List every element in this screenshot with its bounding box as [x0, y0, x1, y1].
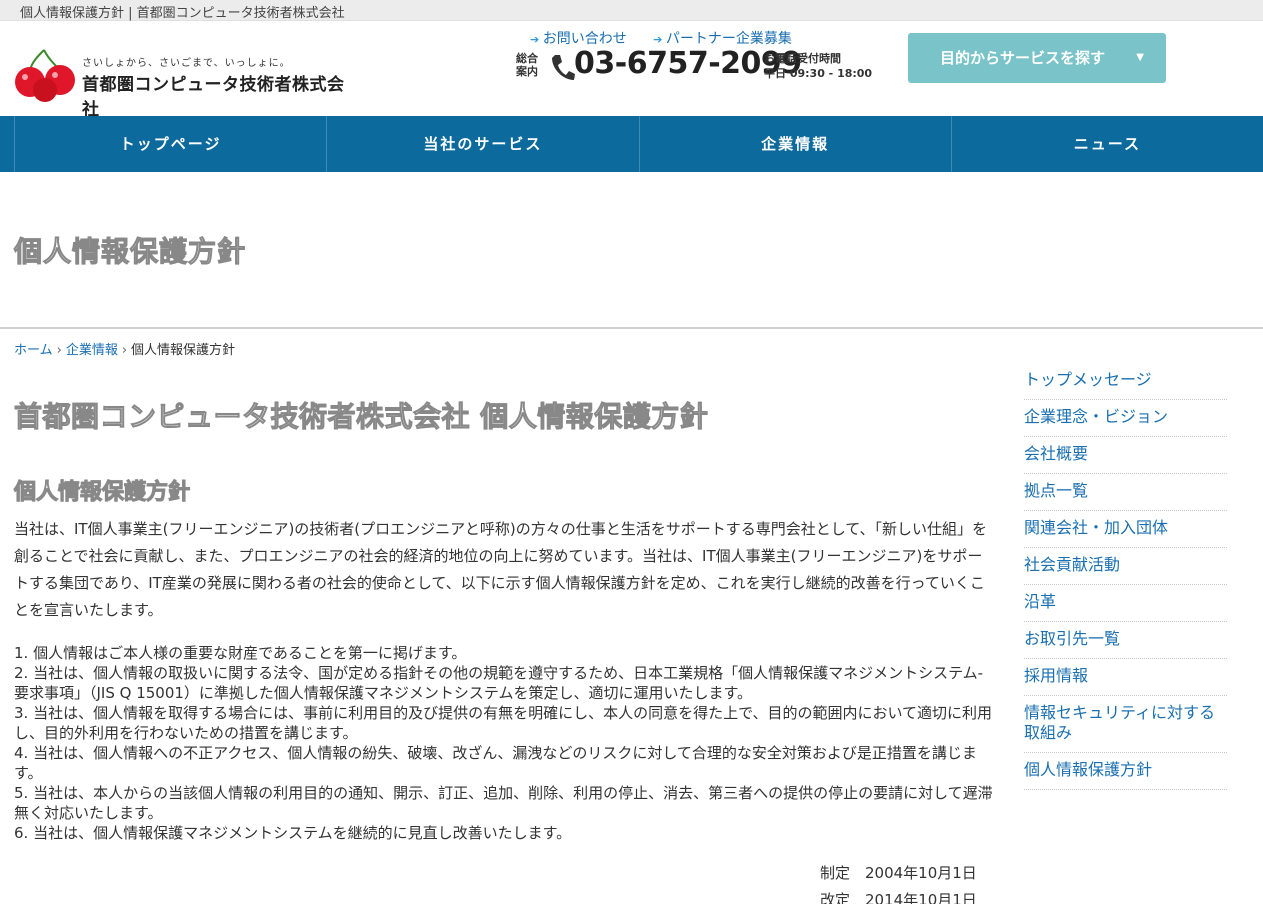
policy-item: 2. 当社は、個人情報の取扱いに関する法令、国が定める指針その他の規範を遵守する…	[14, 664, 984, 702]
phone-label: 総合案内	[516, 52, 538, 78]
sub-heading: 個人情報保護方針	[13, 480, 191, 506]
cherry-logo-icon	[15, 49, 75, 102]
find-service-button[interactable]: 目的からサービスを探す ▼	[908, 33, 1166, 83]
sidebar-item-history[interactable]: 沿革	[1024, 589, 1227, 622]
chevron-down-icon: ▼	[1136, 52, 1144, 63]
logo-tagline: さいしょから、さいごまで、いっしょに。	[82, 58, 291, 69]
breadcrumb-separator: ›	[121, 343, 128, 358]
established-date: 制定 2004年10月1日	[820, 864, 977, 882]
find-service-label: 目的からサービスを探す	[940, 49, 1106, 67]
sidebar-item-privacy[interactable]: 個人情報保護方針	[1024, 757, 1227, 790]
contact-link[interactable]: お問い合わせ	[530, 31, 627, 47]
sidebar-item-locations[interactable]: 拠点一覧	[1024, 478, 1227, 511]
breadcrumb-home[interactable]: ホーム	[14, 343, 53, 358]
phone-icon	[552, 55, 575, 80]
sidebar-item-philosophy[interactable]: 企業理念・ビジョン	[1024, 404, 1227, 437]
phone-hours-value: 平日 09:30 - 18:00	[764, 67, 873, 80]
page-title-text: 個人情報保護方針 | 首都圏コンピュータ技術者株式会社	[20, 6, 345, 21]
phone-hours-title: お電話受付時間	[764, 52, 841, 65]
sidebar-item-overview[interactable]: 会社概要	[1024, 441, 1227, 474]
phone-hours: お電話受付時間 平日 09:30 - 18:00	[764, 51, 872, 81]
sidebar-nav: トップメッセージ 企業理念・ビジョン 会社概要 拠点一覧 関連会社・加入団体 社…	[1024, 367, 1227, 794]
breadcrumb-company[interactable]: 企業情報	[66, 343, 118, 358]
breadcrumb: ホーム › 企業情報 › 個人情報保護方針	[14, 339, 235, 358]
policy-item: 6. 当社は、個人情報保護マネジメントシステムを継続的に見直し改善いたします。	[14, 824, 572, 842]
sidebar-item-top-message[interactable]: トップメッセージ	[1024, 367, 1227, 400]
header-divider	[0, 327, 1263, 329]
nav-item-top[interactable]: トップページ	[14, 116, 326, 172]
logo-company-name: 首都圏コンピュータ技術者株式会社	[82, 75, 345, 120]
sidebar-item-recruit[interactable]: 採用情報	[1024, 663, 1227, 696]
policy-item: 1. 個人情報はご本人様の重要な財産であることを第一に掲げます。	[14, 644, 467, 662]
sidebar-item-csr[interactable]: 社会貢献活動	[1024, 552, 1227, 585]
nav-item-news[interactable]: ニュース	[950, 116, 1263, 172]
revised-date: 改定 2014年10月1日	[820, 891, 977, 904]
policy-list: 1. 個人情報はご本人様の重要な財産であることを第一に掲げます。 2. 当社は、…	[14, 643, 994, 843]
breadcrumb-current: 個人情報保護方針	[131, 343, 236, 358]
sidebar-item-security[interactable]: 情報セキュリティに対する取組み	[1024, 700, 1227, 753]
sidebar-item-clients[interactable]: お取引先一覧	[1024, 626, 1227, 659]
browser-title-bar: 個人情報保護方針 | 首都圏コンピュータ技術者株式会社	[0, 0, 1263, 21]
nav-item-services[interactable]: 当社のサービス	[326, 116, 638, 172]
policy-item: 4. 当社は、個人情報への不正アクセス、個人情報の紛失、破壊、改ざん、漏洩などの…	[14, 744, 977, 782]
sidebar-item-affiliates[interactable]: 関連会社・加入団体	[1024, 515, 1227, 548]
page-title: 個人情報保護方針	[13, 235, 247, 269]
company-logo[interactable]: さいしょから、さいごまで、いっしょに。 首都圏コンピュータ技術者株式会社	[14, 44, 354, 120]
partner-link[interactable]: パートナー企業募集	[653, 31, 792, 47]
breadcrumb-separator: ›	[56, 343, 62, 358]
global-nav: トップページ 当社のサービス 企業情報 ニュース	[0, 116, 1263, 172]
policy-dates: 制定 2004年10月1日 改定 2014年10月1日	[820, 860, 977, 904]
policy-item: 3. 当社は、個人情報を取得する場合には、事前に利用目的及び提供の有無を明確にし…	[14, 704, 993, 742]
nav-item-company[interactable]: 企業情報	[638, 116, 951, 172]
policy-item: 5. 当社は、本人からの当該個人情報の利用目的の通知、開示、訂正、追加、削除、利…	[14, 784, 993, 822]
header-links: お問い合わせ パートナー企業募集	[530, 28, 814, 48]
intro-paragraph: 当社は、IT個人事業主(フリーエンジニア)の技術者(プロエンジニアと呼称)の方々…	[14, 520, 988, 619]
main-heading: 首都圏コンピュータ技術者株式会社 個人情報保護方針	[13, 400, 709, 434]
